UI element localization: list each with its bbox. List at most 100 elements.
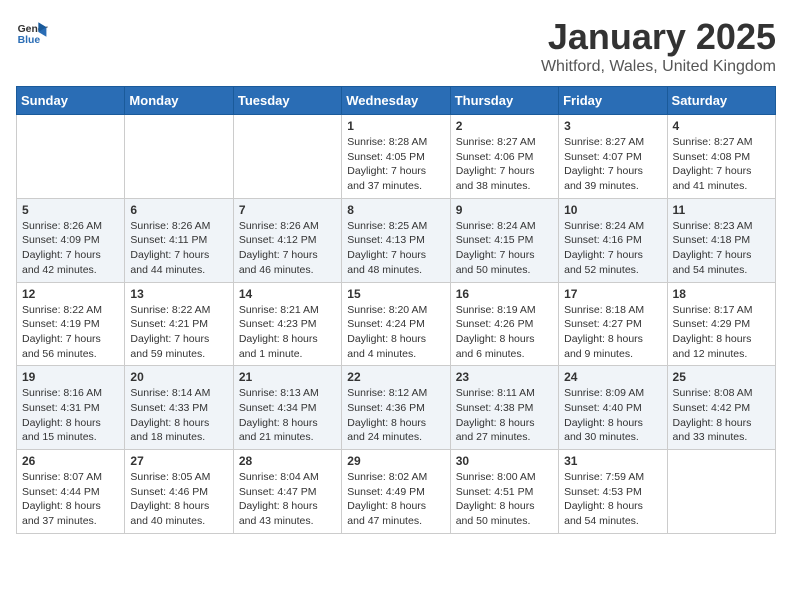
title-area: January 2025 Whitford, Wales, United Kin… xyxy=(541,16,776,76)
calendar-header-row: SundayMondayTuesdayWednesdayThursdayFrid… xyxy=(17,87,776,115)
calendar-cell: 7 Sunrise: 8:26 AM Sunset: 4:12 PM Daylig… xyxy=(233,198,341,282)
calendar-cell: 4 Sunrise: 8:27 AM Sunset: 4:08 PM Daylig… xyxy=(667,115,775,199)
calendar-cell: 21 Sunrise: 8:13 AM Sunset: 4:34 PM Dayli… xyxy=(233,366,341,450)
day-detail: Sunrise: 8:22 AM Sunset: 4:19 PM Dayligh… xyxy=(22,303,119,362)
day-number: 31 xyxy=(564,454,661,468)
day-detail: Sunrise: 8:26 AM Sunset: 4:09 PM Dayligh… xyxy=(22,219,119,278)
calendar-cell: 11Sunrise: 8:23 AM Sunset: 4:18 PM Dayli… xyxy=(667,198,775,282)
day-detail: Sunrise: 8:14 AM Sunset: 4:33 PM Dayligh… xyxy=(130,386,227,445)
calendar-cell: 16Sunrise: 8:19 AM Sunset: 4:26 PM Dayli… xyxy=(450,282,558,366)
day-number: 28 xyxy=(239,454,336,468)
calendar-header-wednesday: Wednesday xyxy=(342,87,450,115)
calendar-cell xyxy=(667,450,775,534)
calendar-week-row: 26 Sunrise: 8:07 AM Sunset: 4:44 PM Dayli… xyxy=(17,450,776,534)
calendar-cell: 29 Sunrise: 8:02 AM Sunset: 4:49 PM Dayli… xyxy=(342,450,450,534)
subtitle: Whitford, Wales, United Kingdom xyxy=(541,58,776,76)
day-number: 13 xyxy=(130,287,227,301)
calendar-week-row: 5 Sunrise: 8:26 AM Sunset: 4:09 PM Daylig… xyxy=(17,198,776,282)
day-number: 6 xyxy=(130,203,227,217)
day-detail: Sunrise: 8:11 AM Sunset: 4:38 PM Dayligh… xyxy=(456,386,553,445)
day-detail: Sunrise: 8:22 AM Sunset: 4:21 PM Dayligh… xyxy=(130,303,227,362)
day-number: 5 xyxy=(22,203,119,217)
day-number: 18 xyxy=(673,287,770,301)
calendar-cell: 18 Sunrise: 8:17 AM Sunset: 4:29 PM Dayli… xyxy=(667,282,775,366)
day-number: 19 xyxy=(22,370,119,384)
day-detail: Sunrise: 8:04 AM Sunset: 4:47 PM Dayligh… xyxy=(239,470,336,529)
logo-icon: General Blue xyxy=(16,16,48,48)
calendar-header-friday: Friday xyxy=(559,87,667,115)
day-number: 15 xyxy=(347,287,444,301)
day-number: 14 xyxy=(239,287,336,301)
day-number: 30 xyxy=(456,454,553,468)
calendar-cell: 27 Sunrise: 8:05 AM Sunset: 4:46 PM Dayli… xyxy=(125,450,233,534)
calendar-cell: 30 Sunrise: 8:00 AM Sunset: 4:51 PM Dayli… xyxy=(450,450,558,534)
calendar-table: SundayMondayTuesdayWednesdayThursdayFrid… xyxy=(16,86,776,534)
calendar-header-saturday: Saturday xyxy=(667,87,775,115)
day-detail: Sunrise: 8:18 AM Sunset: 4:27 PM Dayligh… xyxy=(564,303,661,362)
calendar-cell: 17 Sunrise: 8:18 AM Sunset: 4:27 PM Dayli… xyxy=(559,282,667,366)
calendar-cell xyxy=(17,115,125,199)
day-detail: Sunrise: 8:16 AM Sunset: 4:31 PM Dayligh… xyxy=(22,386,119,445)
day-detail: Sunrise: 8:02 AM Sunset: 4:49 PM Dayligh… xyxy=(347,470,444,529)
calendar-cell: 31 Sunrise: 7:59 AM Sunset: 4:53 PM Dayli… xyxy=(559,450,667,534)
day-number: 8 xyxy=(347,203,444,217)
day-number: 9 xyxy=(456,203,553,217)
calendar-cell: 19 Sunrise: 8:16 AM Sunset: 4:31 PM Dayli… xyxy=(17,366,125,450)
calendar-cell: 5 Sunrise: 8:26 AM Sunset: 4:09 PM Daylig… xyxy=(17,198,125,282)
day-number: 12 xyxy=(22,287,119,301)
day-number: 20 xyxy=(130,370,227,384)
day-detail: Sunrise: 8:26 AM Sunset: 4:12 PM Dayligh… xyxy=(239,219,336,278)
calendar-week-row: 19 Sunrise: 8:16 AM Sunset: 4:31 PM Dayli… xyxy=(17,366,776,450)
calendar-cell: 8Sunrise: 8:25 AM Sunset: 4:13 PM Daylig… xyxy=(342,198,450,282)
day-detail: Sunrise: 8:00 AM Sunset: 4:51 PM Dayligh… xyxy=(456,470,553,529)
day-number: 7 xyxy=(239,203,336,217)
calendar-header-tuesday: Tuesday xyxy=(233,87,341,115)
day-number: 4 xyxy=(673,119,770,133)
day-number: 24 xyxy=(564,370,661,384)
day-detail: Sunrise: 8:26 AM Sunset: 4:11 PM Dayligh… xyxy=(130,219,227,278)
header: General Blue January 2025 Whitford, Wale… xyxy=(16,16,776,76)
calendar-week-row: 1Sunrise: 8:28 AM Sunset: 4:05 PM Daylig… xyxy=(17,115,776,199)
calendar-cell: 13 Sunrise: 8:22 AM Sunset: 4:21 PM Dayli… xyxy=(125,282,233,366)
day-number: 10 xyxy=(564,203,661,217)
day-detail: Sunrise: 8:17 AM Sunset: 4:29 PM Dayligh… xyxy=(673,303,770,362)
day-detail: Sunrise: 7:59 AM Sunset: 4:53 PM Dayligh… xyxy=(564,470,661,529)
calendar-cell: 6 Sunrise: 8:26 AM Sunset: 4:11 PM Daylig… xyxy=(125,198,233,282)
calendar-cell: 1Sunrise: 8:28 AM Sunset: 4:05 PM Daylig… xyxy=(342,115,450,199)
day-detail: Sunrise: 8:27 AM Sunset: 4:06 PM Dayligh… xyxy=(456,135,553,194)
day-detail: Sunrise: 8:21 AM Sunset: 4:23 PM Dayligh… xyxy=(239,303,336,362)
main-title: January 2025 xyxy=(541,16,776,58)
day-detail: Sunrise: 8:07 AM Sunset: 4:44 PM Dayligh… xyxy=(22,470,119,529)
calendar-cell: 3 Sunrise: 8:27 AM Sunset: 4:07 PM Daylig… xyxy=(559,115,667,199)
day-number: 17 xyxy=(564,287,661,301)
svg-text:Blue: Blue xyxy=(18,35,41,46)
calendar-cell: 25Sunrise: 8:08 AM Sunset: 4:42 PM Dayli… xyxy=(667,366,775,450)
day-detail: Sunrise: 8:28 AM Sunset: 4:05 PM Dayligh… xyxy=(347,135,444,194)
day-detail: Sunrise: 8:19 AM Sunset: 4:26 PM Dayligh… xyxy=(456,303,553,362)
calendar-week-row: 12 Sunrise: 8:22 AM Sunset: 4:19 PM Dayli… xyxy=(17,282,776,366)
calendar-cell: 2Sunrise: 8:27 AM Sunset: 4:06 PM Daylig… xyxy=(450,115,558,199)
day-detail: Sunrise: 8:05 AM Sunset: 4:46 PM Dayligh… xyxy=(130,470,227,529)
day-detail: Sunrise: 8:24 AM Sunset: 4:16 PM Dayligh… xyxy=(564,219,661,278)
day-detail: Sunrise: 8:24 AM Sunset: 4:15 PM Dayligh… xyxy=(456,219,553,278)
calendar-cell: 12 Sunrise: 8:22 AM Sunset: 4:19 PM Dayli… xyxy=(17,282,125,366)
calendar-cell: 28 Sunrise: 8:04 AM Sunset: 4:47 PM Dayli… xyxy=(233,450,341,534)
day-detail: Sunrise: 8:27 AM Sunset: 4:07 PM Dayligh… xyxy=(564,135,661,194)
day-number: 11 xyxy=(673,203,770,217)
day-number: 22 xyxy=(347,370,444,384)
day-number: 21 xyxy=(239,370,336,384)
day-number: 26 xyxy=(22,454,119,468)
day-detail: Sunrise: 8:12 AM Sunset: 4:36 PM Dayligh… xyxy=(347,386,444,445)
calendar-cell: 23Sunrise: 8:11 AM Sunset: 4:38 PM Dayli… xyxy=(450,366,558,450)
day-number: 27 xyxy=(130,454,227,468)
calendar-cell xyxy=(233,115,341,199)
day-detail: Sunrise: 8:20 AM Sunset: 4:24 PM Dayligh… xyxy=(347,303,444,362)
calendar-header-monday: Monday xyxy=(125,87,233,115)
calendar-cell: 15 Sunrise: 8:20 AM Sunset: 4:24 PM Dayli… xyxy=(342,282,450,366)
day-detail: Sunrise: 8:27 AM Sunset: 4:08 PM Dayligh… xyxy=(673,135,770,194)
day-detail: Sunrise: 8:13 AM Sunset: 4:34 PM Dayligh… xyxy=(239,386,336,445)
day-detail: Sunrise: 8:08 AM Sunset: 4:42 PM Dayligh… xyxy=(673,386,770,445)
day-number: 29 xyxy=(347,454,444,468)
day-number: 3 xyxy=(564,119,661,133)
logo: General Blue xyxy=(16,16,48,48)
